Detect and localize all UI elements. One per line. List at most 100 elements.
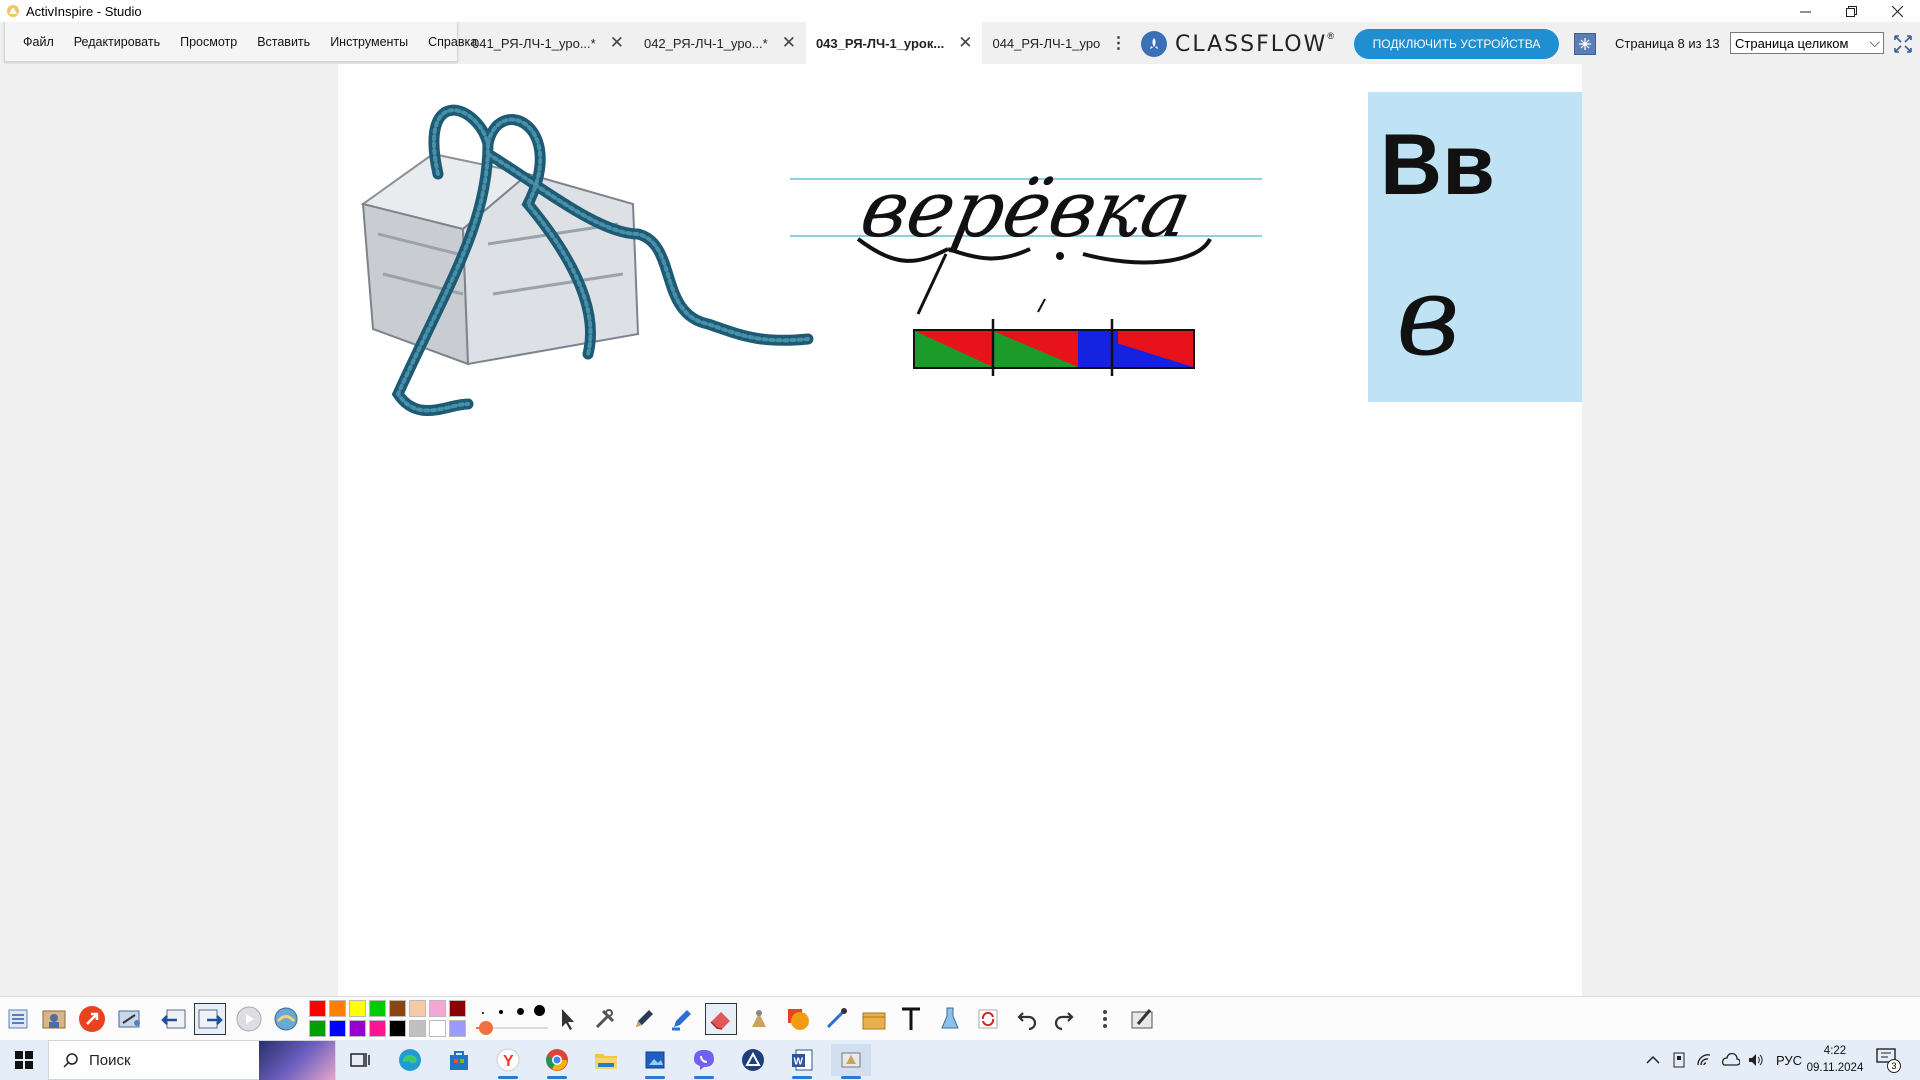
color-swatch[interactable] <box>429 1020 446 1037</box>
color-swatch[interactable] <box>389 1000 406 1017</box>
color-swatch[interactable] <box>349 1020 366 1037</box>
handwritten-word[interactable]: верёвка <box>853 164 1198 255</box>
letter-card[interactable]: Вв в <box>1368 92 1582 402</box>
reset-page-icon[interactable] <box>972 1003 1004 1035</box>
color-swatch[interactable] <box>409 1000 426 1017</box>
connect-devices-button[interactable]: ПОДКЛЮЧИТЬ УСТРОЙСТВА <box>1354 29 1559 59</box>
pen-width-slider-handle[interactable] <box>479 1021 493 1035</box>
gift-box-picture[interactable] <box>360 104 814 416</box>
more-tabs-icon[interactable]: ⋮ <box>1110 33 1126 53</box>
activinspire-running-icon[interactable] <box>831 1044 871 1079</box>
color-swatch[interactable] <box>369 1000 386 1017</box>
menu-file[interactable]: Файл <box>13 35 64 49</box>
edge-icon[interactable] <box>390 1044 430 1076</box>
color-swatch[interactable] <box>409 1020 426 1037</box>
tab-043[interactable]: 043_РЯ-ЛЧ-1_урок... ✕ <box>805 22 983 64</box>
sound-scheme-bar[interactable] <box>913 319 1195 376</box>
taskbar-search-box[interactable]: Поиск <box>48 1040 336 1080</box>
window-title: ActivInspire - Studio <box>26 3 142 19</box>
activinspire-icon[interactable] <box>76 1003 108 1035</box>
close-icon <box>1891 5 1903 17</box>
tab-close-icon[interactable]: ✕ <box>610 33 624 53</box>
menu-view[interactable]: Просмотр <box>170 35 247 49</box>
title-bar: ActivInspire - Studio <box>0 0 1920 22</box>
classflow-brand: CLASSFLOW <box>1175 31 1328 57</box>
tab-close-icon[interactable]: ✕ <box>782 33 796 53</box>
eraser-tool-icon[interactable] <box>705 1003 737 1035</box>
device-icon[interactable] <box>1672 1052 1686 1068</box>
text-tool-icon[interactable] <box>895 1003 927 1035</box>
resource-library-icon[interactable] <box>858 1003 890 1035</box>
onedrive-icon[interactable] <box>1720 1053 1740 1067</box>
wifi-icon[interactable] <box>1696 1053 1712 1067</box>
tab-close-icon[interactable]: ✕ <box>958 33 972 53</box>
tab-041[interactable]: 041_РЯ-ЛЧ-1_уро...* ✕ <box>462 22 634 64</box>
color-swatch[interactable] <box>309 1020 326 1037</box>
close-window-button[interactable] <box>1874 0 1920 22</box>
toolbox-settings-icon[interactable] <box>1128 1003 1160 1035</box>
flipchart-canvas: верёвка Вв в <box>360 92 1582 416</box>
classflow-rocket-icon <box>1141 31 1167 57</box>
word-icon[interactable]: W <box>782 1044 822 1079</box>
color-swatch[interactable] <box>389 1020 406 1037</box>
volume-icon[interactable] <box>1748 1053 1764 1067</box>
chrome-icon[interactable] <box>537 1044 577 1079</box>
color-swatch[interactable] <box>449 1000 466 1017</box>
connector-tool-icon[interactable] <box>820 1003 852 1035</box>
undo-icon[interactable] <box>1011 1003 1043 1035</box>
color-swatch[interactable] <box>449 1020 466 1037</box>
fullscreen-icon[interactable] <box>1892 33 1914 55</box>
menu-edit[interactable]: Редактировать <box>64 35 170 49</box>
tools-icon[interactable] <box>589 1003 621 1035</box>
pen-tool-icon[interactable] <box>628 1003 660 1035</box>
stress-dot-mark <box>1056 252 1064 260</box>
flipchart-page[interactable]: верёвка Вв в <box>338 64 1582 996</box>
yandex-browser-icon[interactable]: Y <box>488 1044 528 1079</box>
dashboard-icon[interactable] <box>114 1003 146 1035</box>
task-view-icon[interactable] <box>340 1044 380 1076</box>
spotlight-tool-icon[interactable] <box>934 1003 966 1035</box>
input-language[interactable]: РУС <box>1776 1053 1802 1068</box>
tab-042[interactable]: 042_РЯ-ЛЧ-1_уро...* ✕ <box>634 22 806 64</box>
chevron-up-icon[interactable] <box>1646 1055 1660 1065</box>
tab-label: 044_РЯ-ЛЧ-1_уро <box>992 35 1101 51</box>
redo-icon[interactable] <box>1048 1003 1080 1035</box>
pen-stroke-mark <box>916 253 948 315</box>
select-tool-icon[interactable] <box>551 1003 583 1035</box>
next-page-icon[interactable] <box>194 1003 226 1035</box>
previous-page-icon[interactable] <box>158 1003 190 1035</box>
start-button[interactable] <box>0 1040 48 1080</box>
shape-tool-icon[interactable] <box>782 1003 814 1035</box>
tab-044[interactable]: 044_РЯ-ЛЧ-1_уро <box>982 22 1110 64</box>
color-swatch[interactable] <box>309 1000 326 1017</box>
page-browser-icon[interactable] <box>1574 33 1596 55</box>
store-icon[interactable] <box>439 1044 479 1076</box>
color-swatch[interactable] <box>369 1020 386 1037</box>
photos-icon[interactable] <box>635 1044 675 1079</box>
tab-label: 043_РЯ-ЛЧ-1_урок... <box>815 35 945 51</box>
desktop-tools-icon[interactable] <box>270 1003 302 1035</box>
file-explorer-icon[interactable] <box>586 1044 626 1076</box>
more-tools-icon[interactable] <box>1089 1003 1121 1035</box>
zoom-select[interactable]: Страница целиком ⌵ <box>1730 32 1884 54</box>
viber-icon[interactable] <box>684 1044 724 1079</box>
letter-script: в <box>1396 252 1460 380</box>
windows-logo-icon <box>15 1051 33 1069</box>
color-swatch[interactable] <box>329 1000 346 1017</box>
notifications-button[interactable]: 3 <box>1876 1048 1904 1073</box>
menu-insert[interactable]: Вставить <box>247 35 320 49</box>
menu-tools[interactable]: Инструменты <box>320 35 418 49</box>
restore-button[interactable] <box>1828 0 1874 22</box>
restore-icon <box>1845 5 1857 17</box>
minimize-button[interactable] <box>1782 0 1828 22</box>
activinspire-taskbar-icon[interactable] <box>733 1044 773 1076</box>
color-swatch[interactable] <box>349 1000 366 1017</box>
taskbar-clock[interactable]: 4:22 09.11.2024 <box>1800 1043 1870 1077</box>
play-icon[interactable] <box>233 1003 265 1035</box>
highlighter-tool-icon[interactable] <box>666 1003 698 1035</box>
browser-icon[interactable] <box>38 1003 70 1035</box>
main-menu-icon[interactable] <box>2 1003 34 1035</box>
magic-ink-icon[interactable] <box>743 1003 775 1035</box>
color-swatch[interactable] <box>329 1020 346 1037</box>
color-swatch[interactable] <box>429 1000 446 1017</box>
